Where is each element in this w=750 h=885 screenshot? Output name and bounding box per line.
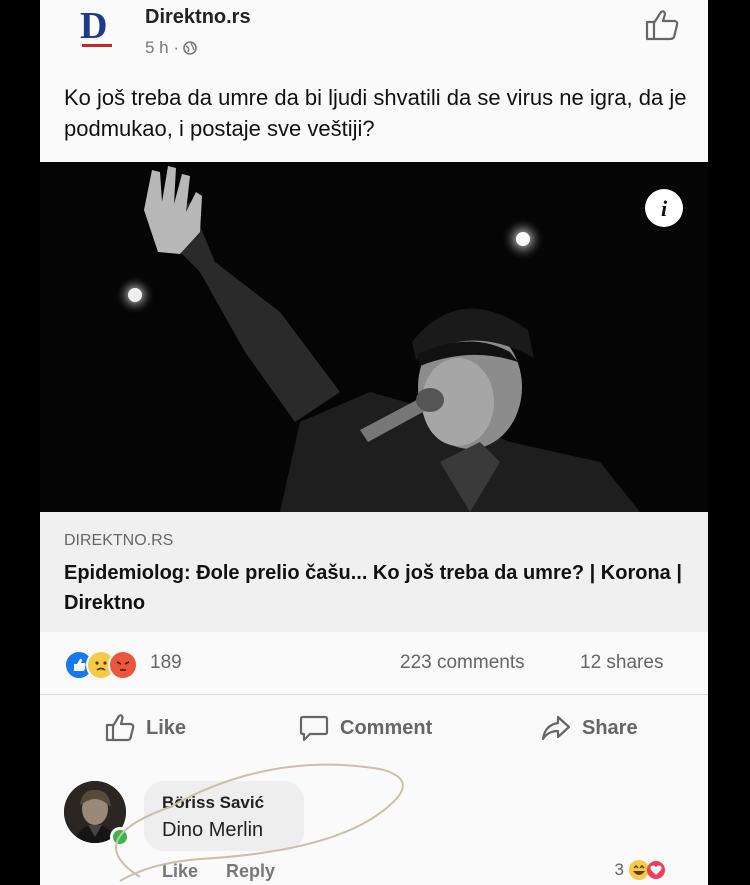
comment-button[interactable]: Comment <box>298 713 432 743</box>
svg-text:i: i <box>661 196 668 221</box>
post-stats: 189 223 comments 12 shares <box>40 632 708 695</box>
like-icon <box>105 714 135 742</box>
link-domain: DIREKTNO.RS <box>64 532 174 549</box>
post-text: Ko još treba da umre da bi ljudi shvatil… <box>64 85 687 141</box>
link-title[interactable]: Epidemiolog: Đole prelio čašu... Ko još … <box>64 558 694 618</box>
post-actions: Like Comment Share <box>40 695 708 759</box>
comments-section: Böriss Savić Dino Merlin Like Reply 3 <box>40 759 708 885</box>
like-label: Like <box>146 716 187 739</box>
share-label: Share <box>582 716 638 739</box>
post-timestamp: 5 h · <box>145 38 197 58</box>
comment-author[interactable]: Böriss Savić <box>162 793 264 813</box>
angry-reaction-icon <box>108 650 138 680</box>
comments-count[interactable]: 223 comments <box>400 652 525 674</box>
post-photo[interactable]: i <box>40 162 708 512</box>
comment-label: Comment <box>340 716 433 739</box>
link-preview[interactable]: DIREKTNO.RS Epidemiolog: Đole prelio čaš… <box>40 512 708 632</box>
comment-reply-link[interactable]: Reply <box>226 861 275 882</box>
comment-reaction-count: 3 <box>614 860 624 879</box>
online-status-indicator <box>110 827 130 847</box>
post-header: D Direktno.rs 5 h · Ko još treba da umre… <box>40 0 708 162</box>
comment-bubble: Böriss Savić Dino Merlin <box>144 781 304 851</box>
svg-text:D: D <box>80 6 107 47</box>
page-name[interactable]: Direktno.rs <box>145 6 251 29</box>
reactions-count[interactable]: 189 <box>150 652 182 674</box>
share-button[interactable]: Share <box>540 713 638 743</box>
share-icon <box>541 715 571 741</box>
comment-actions: Like Reply <box>162 861 275 882</box>
like-button[interactable]: Like <box>104 713 186 743</box>
comment-reactions[interactable]: 3 <box>615 859 666 881</box>
globe-icon <box>183 41 197 55</box>
reaction-icons[interactable] <box>64 650 138 680</box>
comment-icon <box>299 715 329 742</box>
timestamp-text: 5 h · <box>145 38 180 57</box>
comment-text: Dino Merlin <box>162 819 264 841</box>
shares-count[interactable]: 12 shares <box>580 652 663 674</box>
comment-like-link[interactable]: Like <box>162 861 198 882</box>
info-icon[interactable]: i <box>642 186 686 230</box>
singer-photo <box>40 162 708 512</box>
hand-drawn-circle-annotation <box>115 763 404 882</box>
direktno-logo[interactable]: D <box>78 6 118 52</box>
thumbs-up-outline-icon[interactable] <box>644 8 680 42</box>
facebook-post: D Direktno.rs 5 h · Ko još treba da umre… <box>40 0 708 885</box>
love-reaction-icon <box>647 861 665 879</box>
